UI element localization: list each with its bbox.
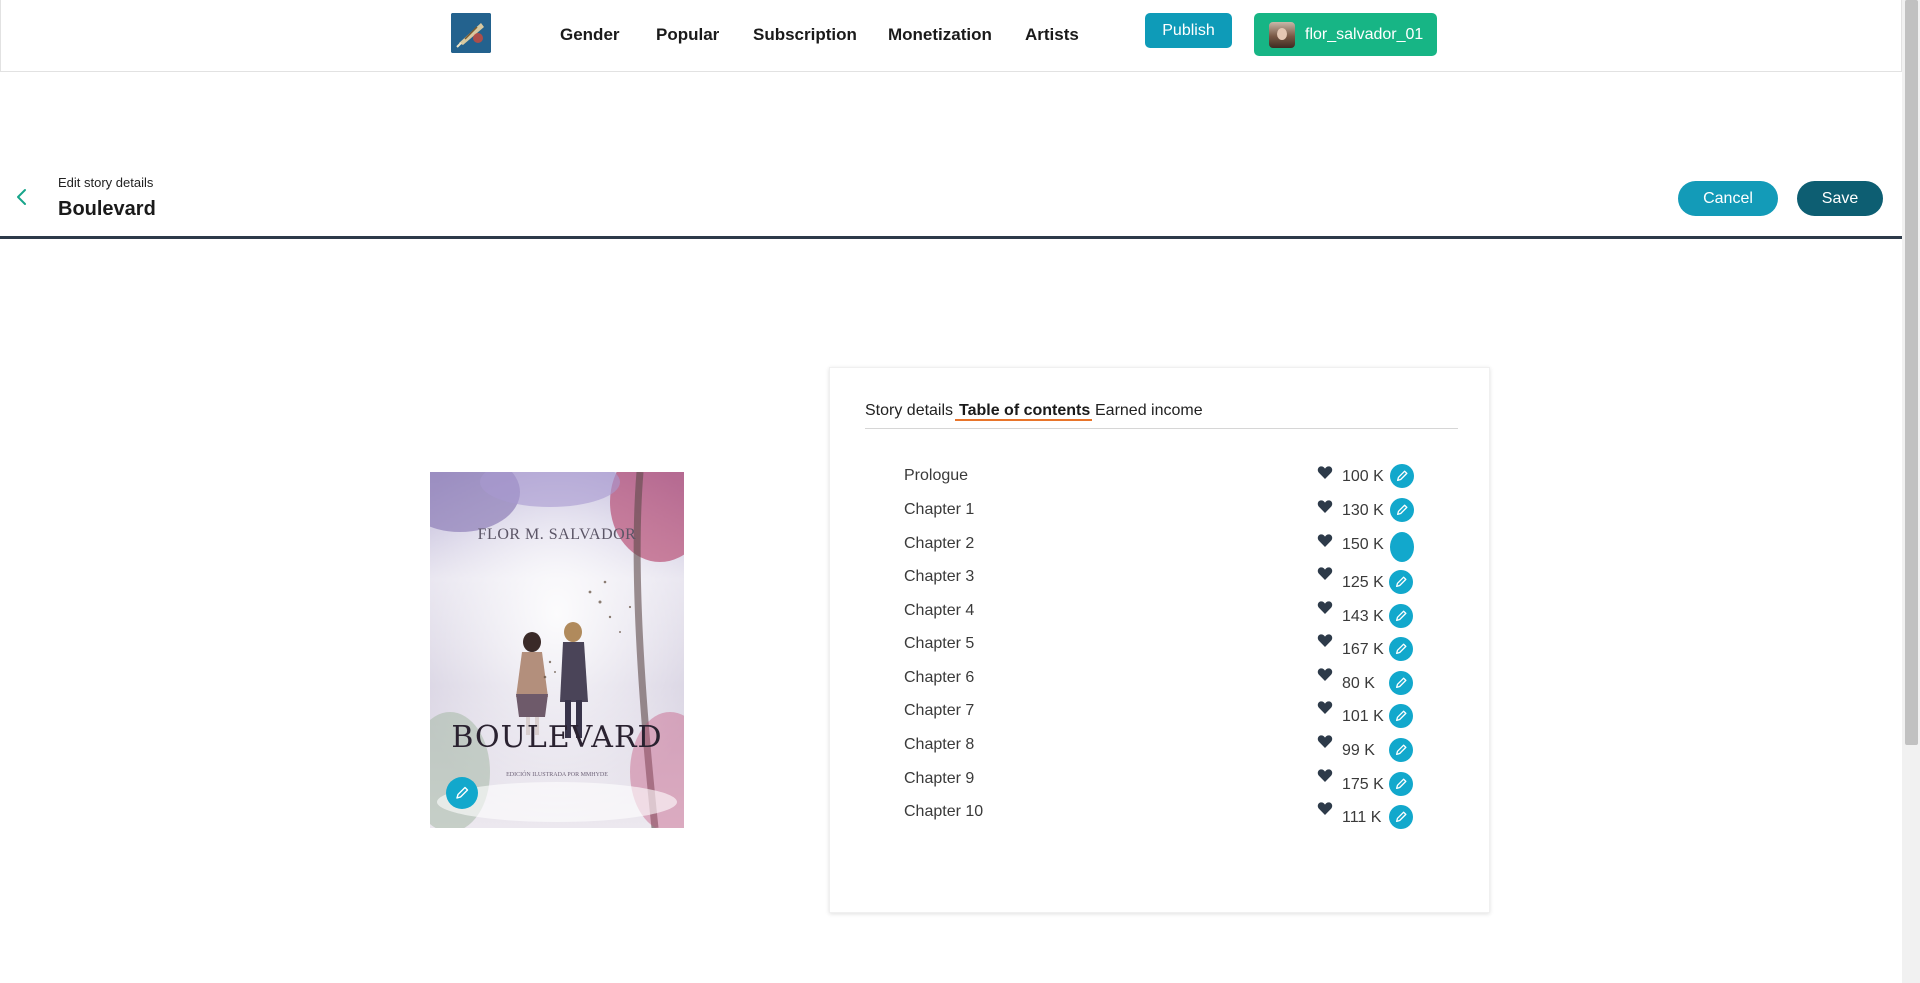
pencil-icon xyxy=(1395,643,1407,655)
chapter-title[interactable]: Chapter 6 xyxy=(904,669,974,687)
nav-link-popular[interactable]: Popular xyxy=(656,25,719,45)
tab-bar: Story details Table of contents Earned i… xyxy=(865,402,1458,429)
pencil-icon xyxy=(1396,470,1408,482)
tab-table-of-contents[interactable]: Table of contents xyxy=(959,402,1090,420)
story-cover-image: FLOR M. SALVADOR BOULEVARD EDICIÓN ILUST… xyxy=(430,472,684,828)
edit-chapter-button[interactable] xyxy=(1389,604,1413,628)
pencil-icon xyxy=(456,786,469,799)
heart-icon xyxy=(1317,567,1333,580)
top-navbar: Gender Popular Subscription Monetization… xyxy=(0,0,1902,72)
pencil-icon xyxy=(1395,710,1407,722)
pencil-icon xyxy=(1395,744,1407,756)
heart-icon xyxy=(1317,634,1333,647)
cover-subtitle-text: EDICIÓN ILUSTRADA POR MMHYDE xyxy=(506,772,608,778)
chapter-title[interactable]: Chapter 5 xyxy=(904,635,974,653)
cover-title-text: BOULEVARD xyxy=(451,720,663,755)
scrollbar-thumb[interactable] xyxy=(1905,0,1918,745)
edit-story-label: Edit story details xyxy=(58,175,154,190)
tab-earned-income[interactable]: Earned income xyxy=(1095,402,1203,420)
heart-icon xyxy=(1317,668,1333,681)
chevron-left-icon[interactable] xyxy=(14,186,30,208)
pencil-icon xyxy=(1395,677,1407,689)
active-tab-indicator xyxy=(955,419,1092,421)
feather-pen-logo-icon xyxy=(451,13,491,53)
chapter-likes-count: 99 K xyxy=(1342,742,1375,759)
user-menu-button[interactable]: flor_salvador_01 xyxy=(1254,13,1437,56)
cover-author-text: FLOR M. SALVADOR xyxy=(477,526,637,543)
edit-cover-button[interactable] xyxy=(446,777,478,809)
chapter-likes-count: 143 K xyxy=(1342,608,1384,625)
edit-chapter-button[interactable] xyxy=(1389,570,1413,594)
edit-chapter-button[interactable] xyxy=(1389,637,1413,661)
nav-link-monetization[interactable]: Monetization xyxy=(888,25,992,45)
pencil-icon xyxy=(1396,504,1408,516)
chapter-likes-count: 130 K xyxy=(1342,502,1384,519)
heart-icon xyxy=(1317,735,1333,748)
cancel-button[interactable]: Cancel xyxy=(1678,181,1778,216)
edit-chapter-button[interactable] xyxy=(1390,464,1414,488)
chapter-likes-count: 80 K xyxy=(1342,675,1375,692)
chapter-title[interactable]: Prologue xyxy=(904,467,968,485)
publish-button[interactable]: Publish xyxy=(1145,13,1232,48)
chapter-title[interactable]: Chapter 1 xyxy=(904,501,974,519)
chapter-title[interactable]: Chapter 3 xyxy=(904,568,974,586)
chapter-title[interactable]: Chapter 8 xyxy=(904,736,974,754)
nav-link-subscription[interactable]: Subscription xyxy=(753,25,857,45)
chapter-title[interactable]: Chapter 7 xyxy=(904,702,974,720)
chapter-likes-count: 125 K xyxy=(1342,574,1384,591)
chapter-likes-count: 111 K xyxy=(1342,809,1382,826)
heart-icon xyxy=(1317,701,1333,714)
heart-icon xyxy=(1317,500,1333,513)
chapter-title[interactable]: Chapter 9 xyxy=(904,770,974,788)
header-divider xyxy=(0,236,1902,239)
pencil-icon xyxy=(1395,576,1407,588)
chapter-likes-count: 167 K xyxy=(1342,641,1384,658)
chapter-likes-count: 150 K xyxy=(1342,536,1384,553)
heart-icon xyxy=(1317,466,1333,479)
nav-link-gender[interactable]: Gender xyxy=(560,25,620,45)
edit-chapter-button[interactable] xyxy=(1389,805,1413,829)
pencil-icon xyxy=(1395,811,1407,823)
pencil-icon xyxy=(1395,778,1407,790)
chapter-likes-count: 101 K xyxy=(1342,708,1384,725)
avatar xyxy=(1269,21,1295,48)
save-button[interactable]: Save xyxy=(1797,181,1883,216)
chapter-likes-count: 100 K xyxy=(1342,468,1384,485)
chapter-likes-count: 175 K xyxy=(1342,776,1384,793)
site-logo[interactable] xyxy=(451,13,491,53)
chapter-title[interactable]: Chapter 2 xyxy=(904,535,974,553)
page-title: Boulevard xyxy=(58,198,156,220)
heart-icon xyxy=(1317,769,1333,782)
edit-chapter-button[interactable] xyxy=(1389,738,1413,762)
edit-chapter-button[interactable] xyxy=(1390,498,1414,522)
edit-chapter-button[interactable] xyxy=(1389,704,1413,728)
heart-icon xyxy=(1317,601,1333,614)
heart-icon xyxy=(1317,802,1333,815)
username-label: flor_salvador_01 xyxy=(1305,25,1424,43)
chapter-title[interactable]: Chapter 10 xyxy=(904,803,983,821)
edit-chapter-button[interactable] xyxy=(1389,671,1413,695)
nav-link-artists[interactable]: Artists xyxy=(1025,25,1079,45)
chapter-title[interactable]: Chapter 4 xyxy=(904,602,974,620)
edit-chapter-button[interactable] xyxy=(1390,532,1414,562)
tab-story-details[interactable]: Story details xyxy=(865,402,953,420)
heart-icon xyxy=(1317,534,1333,547)
edit-chapter-button[interactable] xyxy=(1389,772,1413,796)
pencil-icon xyxy=(1395,610,1407,622)
